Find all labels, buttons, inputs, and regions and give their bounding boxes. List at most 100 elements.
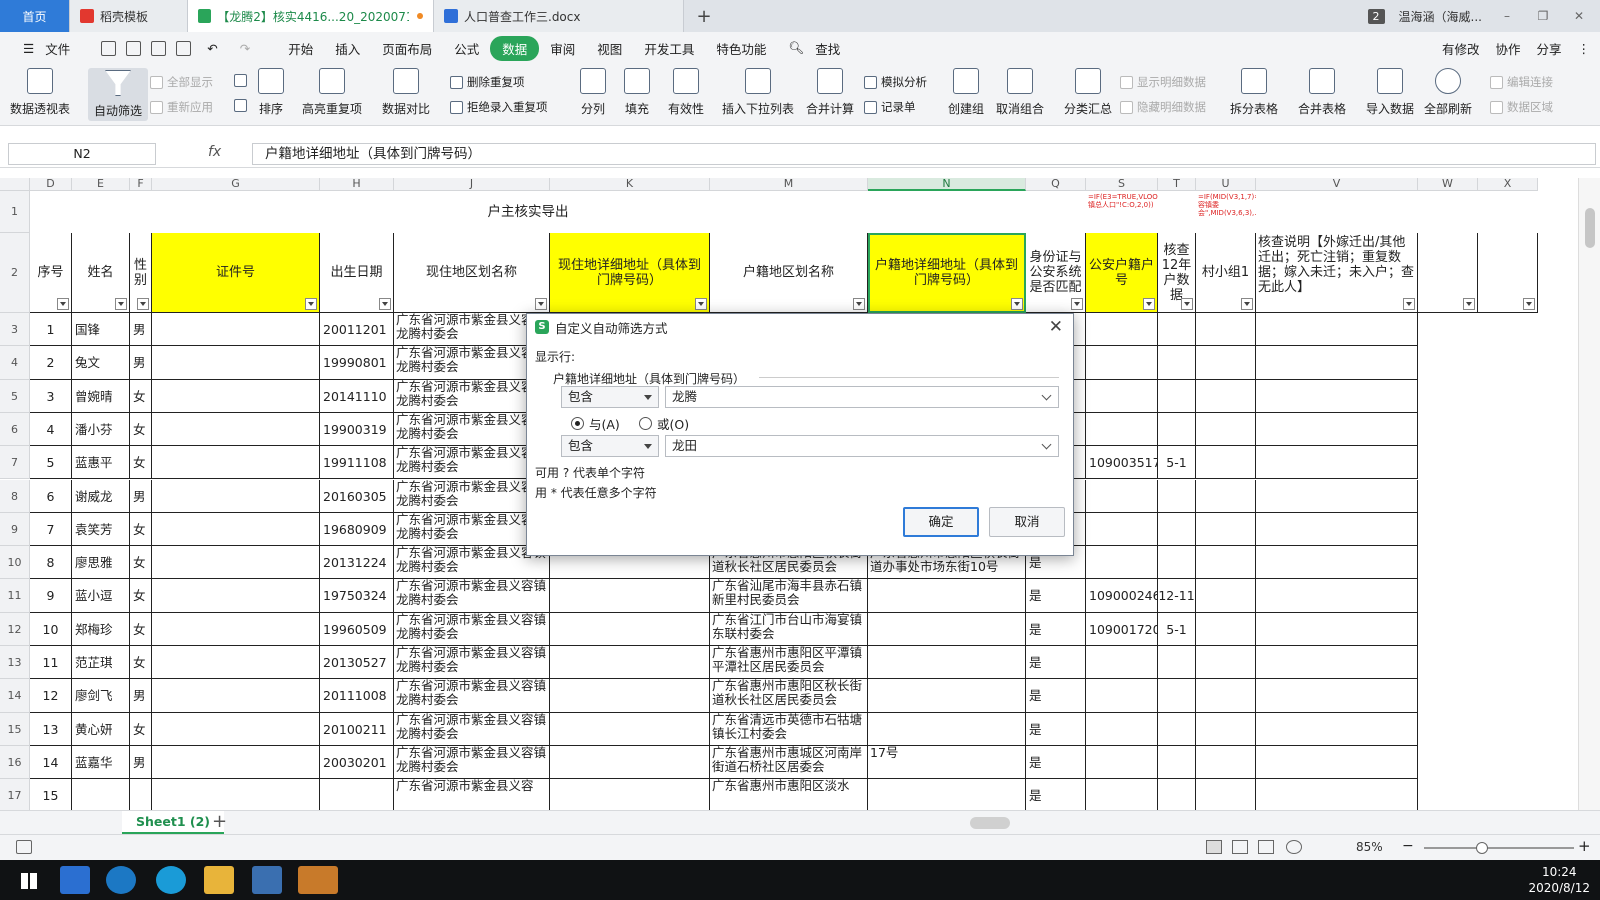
table-cell[interactable]: 是 <box>1026 679 1086 713</box>
table-cell[interactable] <box>1086 346 1158 380</box>
column-header[interactable]: S <box>1086 178 1158 191</box>
protect-view-icon[interactable] <box>16 840 32 854</box>
table-cell[interactable] <box>152 579 320 613</box>
sheet-tab[interactable]: Sheet1 (2) <box>122 811 225 834</box>
table-cell[interactable] <box>1158 379 1196 413</box>
table-cell[interactable]: 男 <box>130 479 152 513</box>
tab-word-document[interactable]: 人口普查工作三.docx <box>434 0 684 32</box>
table-cell[interactable] <box>1256 346 1418 380</box>
table-cell[interactable]: 袁笑芳 <box>72 512 130 547</box>
menu-file[interactable]: 文件 <box>45 39 81 58</box>
column-header[interactable]: T <box>1158 178 1196 191</box>
row-header[interactable]: 10 <box>0 546 30 580</box>
menu-item-review[interactable]: 审阅 <box>539 39 586 58</box>
normal-view-icon[interactable] <box>1206 840 1222 854</box>
table-cell[interactable]: 17号 <box>868 745 1026 780</box>
sort-asc-icon[interactable] <box>234 74 251 87</box>
show-detail-button[interactable]: 显示明细数据 <box>1120 74 1206 90</box>
row-header[interactable]: 17 <box>0 779 30 810</box>
data-compare-button[interactable]: 数据对比 <box>382 68 430 117</box>
table-cell[interactable]: 3 <box>30 379 72 413</box>
page-break-view-icon[interactable] <box>1232 840 1248 854</box>
column-header-cell[interactable]: 户籍地详细地址（具体到门牌号码） <box>868 233 1026 313</box>
split-columns-button[interactable]: 分列 <box>580 68 606 117</box>
table-cell[interactable]: 黄心妍 <box>72 712 130 746</box>
table-cell[interactable]: 男 <box>130 313 152 347</box>
table-cell[interactable]: 20141110 <box>320 379 394 413</box>
table-cell[interactable]: 蓝惠平 <box>72 446 130 480</box>
edge-browser-icon[interactable] <box>156 866 186 894</box>
column-header-cell[interactable]: 证件号 <box>152 233 320 313</box>
table-cell[interactable]: 兔文 <box>72 346 130 380</box>
formula-note[interactable]: =IF(MID(V3,1,7)="义容镇委会",MID(V3,6,3),...) <box>1196 191 1256 233</box>
close-icon[interactable]: ✕ <box>1049 317 1063 337</box>
zoom-level[interactable]: 85% <box>1356 840 1383 854</box>
table-cell[interactable]: 19960509 <box>320 612 394 646</box>
table-cell[interactable]: 廖思雅 <box>72 546 130 580</box>
filter-dropdown-icon[interactable] <box>1143 298 1155 310</box>
function-icon[interactable]: fx <box>208 144 221 160</box>
table-cell[interactable] <box>1256 679 1418 713</box>
table-cell[interactable] <box>868 646 1026 680</box>
table-cell[interactable] <box>1158 546 1196 580</box>
table-cell[interactable]: 广东省河源市紫金县义容镇龙腾村委会 <box>394 679 550 713</box>
menu-item-data[interactable]: 数据 <box>490 35 540 61</box>
eye-protection-icon[interactable] <box>1286 840 1302 854</box>
search-icon[interactable]: 🔍︎ <box>777 40 815 56</box>
table-cell[interactable] <box>550 612 710 646</box>
row-header[interactable]: 14 <box>0 679 30 713</box>
table-cell[interactable] <box>1158 646 1196 680</box>
table-cell[interactable]: 20160305 <box>320 479 394 513</box>
table-cell[interactable] <box>1196 779 1256 810</box>
menu-search[interactable]: 查找 <box>815 39 851 58</box>
column-header[interactable]: J <box>394 178 550 191</box>
sheet-title[interactable]: 户主核实导出 <box>30 191 1026 233</box>
table-cell[interactable]: 20111008 <box>320 679 394 713</box>
menu-item-formula[interactable]: 公式 <box>443 39 490 58</box>
table-cell[interactable] <box>152 612 320 646</box>
table-cell[interactable]: 9 <box>30 579 72 613</box>
print-preview-icon[interactable] <box>176 40 192 56</box>
column-header[interactable]: Q <box>1026 178 1086 191</box>
table-cell[interactable]: 广东省河源市紫金县义容镇龙腾村委会 <box>394 646 550 680</box>
formula-note[interactable]: =IF(E3=TRUE,VLOOKUP(D3,"全镇总人口"!C:O,2,0)) <box>1086 191 1158 233</box>
table-cell[interactable] <box>1196 379 1256 413</box>
table-cell[interactable]: 潘小芬 <box>72 412 130 447</box>
table-cell[interactable]: 7 <box>30 512 72 547</box>
table-cell[interactable] <box>1196 479 1256 513</box>
table-cell[interactable] <box>152 479 320 513</box>
filter-dropdown-icon[interactable] <box>57 298 69 310</box>
table-cell[interactable] <box>1256 446 1418 480</box>
sort-button[interactable]: 排序 <box>258 68 284 117</box>
filter-dropdown-icon[interactable] <box>379 298 391 310</box>
table-cell[interactable]: 女 <box>130 412 152 447</box>
filter-dropdown-icon[interactable] <box>1071 298 1083 310</box>
wps-office-icon[interactable] <box>252 866 282 894</box>
table-cell[interactable] <box>1158 346 1196 380</box>
table-cell[interactable] <box>550 779 710 810</box>
table-cell[interactable]: 蓝嘉华 <box>72 745 130 780</box>
share-button[interactable]: 分享 <box>1536 39 1561 58</box>
sort-desc-icon[interactable] <box>234 99 251 112</box>
table-cell[interactable]: 范芷琪 <box>72 646 130 680</box>
import-data-button[interactable]: 导入数据 <box>1366 68 1414 117</box>
file-explorer-icon[interactable] <box>204 866 234 894</box>
table-cell[interactable] <box>1158 745 1196 780</box>
filter-dropdown-icon[interactable] <box>535 298 547 310</box>
table-cell[interactable] <box>152 379 320 413</box>
table-cell[interactable]: 是 <box>1026 579 1086 613</box>
select-all-corner[interactable] <box>0 178 30 191</box>
condition2-operator-select[interactable]: 包含 <box>561 435 659 457</box>
menu-item-start[interactable]: 开始 <box>277 39 324 58</box>
zoom-slider-handle[interactable] <box>1476 842 1488 854</box>
table-cell[interactable] <box>1158 479 1196 513</box>
insert-dropdown-button[interactable]: 插入下拉列表 <box>722 68 794 117</box>
highlight-duplicates-button[interactable]: 高亮重复项 <box>302 68 362 117</box>
store-icon[interactable] <box>60 866 90 894</box>
table-cell[interactable]: 是 <box>1026 712 1086 746</box>
table-cell[interactable]: 109001720 <box>1086 612 1158 646</box>
table-cell[interactable] <box>868 712 1026 746</box>
table-cell[interactable]: 20100211 <box>320 712 394 746</box>
column-header[interactable]: U <box>1196 178 1256 191</box>
row-header[interactable]: 13 <box>0 646 30 680</box>
